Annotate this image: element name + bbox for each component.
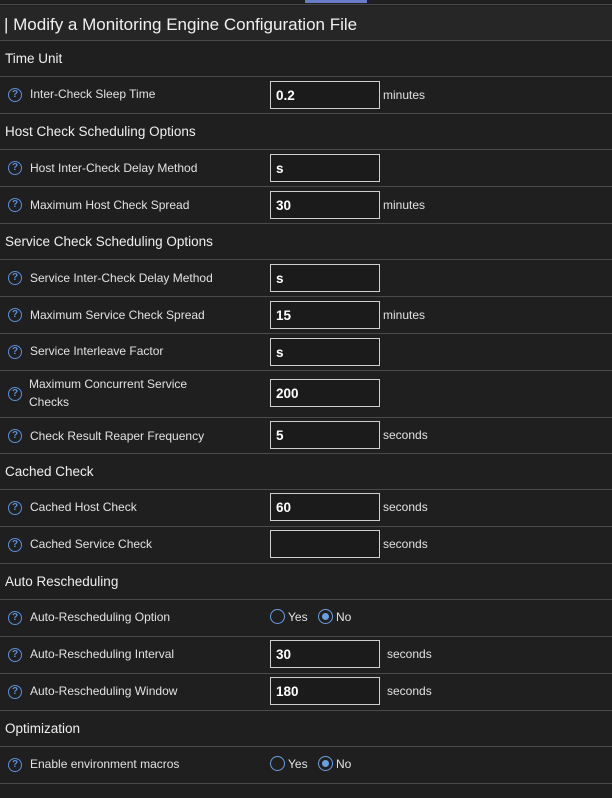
- radio-no-label: No: [336, 610, 352, 624]
- unit-label: seconds: [387, 684, 432, 698]
- row-max-host-check-spread: ? Maximum Host Check Spread minutes: [0, 186, 612, 223]
- radio-yes-label: Yes: [288, 757, 308, 771]
- radio-yes-label: Yes: [288, 610, 308, 624]
- field-label: Check Result Reaper Frequency: [30, 429, 205, 443]
- help-icon[interactable]: ?: [8, 501, 22, 515]
- host-inter-check-delay-method-input[interactable]: [270, 154, 380, 182]
- check-result-reaper-frequency-input[interactable]: [270, 421, 380, 449]
- section-host-check-scheduling: Host Check Scheduling Options: [0, 113, 612, 149]
- help-icon[interactable]: ?: [8, 88, 22, 102]
- row-inter-check-sleep-time: ? Inter-Check Sleep Time minutes: [0, 76, 612, 113]
- help-icon[interactable]: ?: [8, 387, 22, 401]
- section-title: Cached Check: [5, 464, 94, 479]
- field-label: Cached Service Check: [30, 537, 153, 551]
- section-time-unit: Time Unit: [0, 40, 612, 76]
- help-icon[interactable]: ?: [8, 308, 22, 322]
- service-inter-check-delay-method-input[interactable]: [270, 264, 380, 292]
- cached-host-check-input[interactable]: [270, 493, 380, 521]
- help-icon[interactable]: ?: [8, 758, 22, 772]
- unit-label: seconds: [383, 500, 428, 514]
- field-label: Auto-Rescheduling Option: [30, 610, 171, 624]
- inter-check-sleep-time-input[interactable]: [270, 81, 380, 109]
- row-auto-rescheduling-window: ? Auto-Rescheduling Window seconds: [0, 673, 612, 710]
- row-max-concurrent-service-checks: ? Maximum Concurrent Service Checks: [0, 370, 612, 417]
- unit-label: seconds: [383, 537, 428, 551]
- field-label: Maximum Service Check Spread: [30, 308, 205, 322]
- field-label-line2: Checks: [29, 395, 70, 409]
- field-label: Service Interleave Factor: [30, 344, 164, 358]
- help-icon[interactable]: ?: [8, 538, 22, 552]
- unit-label: minutes: [383, 88, 426, 102]
- field-label: Maximum Host Check Spread: [30, 198, 190, 212]
- field-label: Enable environment macros: [30, 757, 180, 771]
- row-check-result-reaper-frequency: ? Check Result Reaper Frequency seconds: [0, 417, 612, 454]
- max-host-check-spread-input[interactable]: [270, 191, 380, 219]
- help-icon[interactable]: ?: [8, 345, 22, 359]
- field-label: Cached Host Check: [30, 500, 137, 514]
- row-max-service-check-spread: ? Maximum Service Check Spread minutes: [0, 296, 612, 333]
- row-auto-rescheduling-option: ? Auto-Rescheduling Option Yes No: [0, 599, 612, 636]
- row-service-inter-check-delay-method: ? Service Inter-Check Delay Method: [0, 259, 612, 296]
- top-divider: [0, 4, 612, 5]
- section-optimization: Optimization: [0, 710, 612, 746]
- max-concurrent-service-checks-input[interactable]: [270, 379, 380, 407]
- section-title: Service Check Scheduling Options: [5, 234, 213, 249]
- help-icon[interactable]: ?: [8, 685, 22, 699]
- radio-no[interactable]: [318, 609, 333, 624]
- field-label: Inter-Check Sleep Time: [30, 87, 156, 101]
- section-title: Optimization: [5, 721, 81, 736]
- auto-rescheduling-interval-input[interactable]: [270, 640, 380, 668]
- radio-no[interactable]: [318, 756, 333, 771]
- row-auto-rescheduling-interval: ? Auto-Rescheduling Interval seconds: [0, 636, 612, 673]
- help-icon[interactable]: ?: [8, 161, 22, 175]
- radio-no-label: No: [336, 757, 352, 771]
- row-cached-service-check: ? Cached Service Check seconds: [0, 526, 612, 563]
- field-label: Service Inter-Check Delay Method: [30, 271, 213, 285]
- help-icon[interactable]: ?: [8, 648, 22, 662]
- service-interleave-factor-input[interactable]: [270, 338, 380, 366]
- field-label: Auto-Rescheduling Interval: [30, 647, 175, 661]
- help-icon[interactable]: ?: [8, 271, 22, 285]
- row-enable-environment-macros: ? Enable environment macros Yes No: [0, 746, 612, 783]
- row-cached-host-check: ? Cached Host Check seconds: [0, 489, 612, 526]
- radio-yes[interactable]: [270, 609, 285, 624]
- help-icon[interactable]: ?: [8, 611, 22, 625]
- max-service-check-spread-input[interactable]: [270, 301, 380, 329]
- field-label-line1: Maximum Concurrent Service: [29, 377, 188, 391]
- field-label: Auto-Rescheduling Window: [30, 684, 178, 698]
- unit-label: minutes: [383, 198, 426, 212]
- section-cached-check: Cached Check: [0, 453, 612, 489]
- top-tab-indicator: [305, 0, 367, 3]
- section-title: Host Check Scheduling Options: [5, 124, 196, 139]
- row-service-interleave-factor: ? Service Interleave Factor: [0, 333, 612, 370]
- unit-label: seconds: [383, 428, 428, 442]
- section-title: Time Unit: [5, 51, 63, 66]
- section-auto-rescheduling: Auto Rescheduling: [0, 563, 612, 599]
- section-title: Auto Rescheduling: [5, 574, 119, 589]
- unit-label: seconds: [387, 647, 432, 661]
- bottom-divider: [0, 783, 612, 798]
- help-icon[interactable]: ?: [8, 198, 22, 212]
- auto-rescheduling-window-input[interactable]: [270, 677, 380, 705]
- section-service-check-scheduling: Service Check Scheduling Options: [0, 223, 612, 259]
- row-host-inter-check-delay-method: ? Host Inter-Check Delay Method: [0, 149, 612, 186]
- page-title: | Modify a Monitoring Engine Configurati…: [0, 6, 612, 40]
- field-label: Host Inter-Check Delay Method: [30, 161, 198, 175]
- cached-service-check-input[interactable]: [270, 530, 380, 558]
- unit-label: minutes: [383, 308, 426, 322]
- help-icon[interactable]: ?: [8, 429, 22, 443]
- radio-yes[interactable]: [270, 756, 285, 771]
